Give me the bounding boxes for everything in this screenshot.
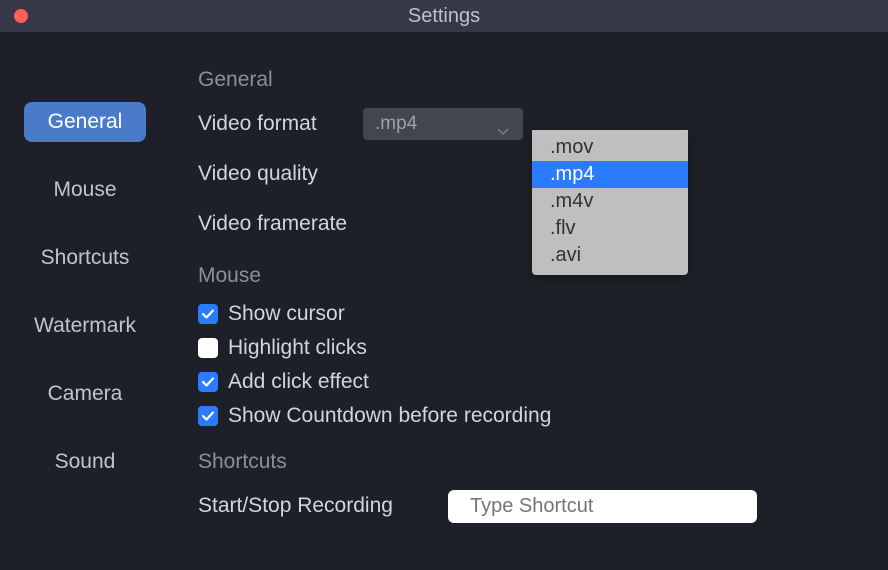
sidebar: General Mouse Shortcuts Watermark Camera…: [0, 32, 170, 570]
dropdown-option-mov[interactable]: .mov: [532, 134, 688, 161]
content-pane: General Video format .mp4 Video quality …: [170, 32, 888, 570]
label-show-countdown: Show Countdown before recording: [228, 404, 551, 428]
dropdown-option-m4v[interactable]: .m4v: [532, 188, 688, 215]
close-window-button[interactable]: [14, 9, 28, 23]
checkbox-highlight-clicks[interactable]: [198, 338, 218, 358]
label-video-framerate: Video framerate: [198, 212, 363, 236]
traffic-lights: [14, 9, 28, 23]
check-icon: [201, 375, 215, 389]
row-show-cursor: Show cursor: [198, 302, 868, 326]
checkbox-show-cursor[interactable]: [198, 304, 218, 324]
row-highlight-clicks: Highlight clicks: [198, 336, 868, 360]
section-heading-shortcuts: Shortcuts: [198, 450, 868, 474]
checkbox-add-click-effect[interactable]: [198, 372, 218, 392]
dropdown-selected-value: .mp4: [375, 113, 417, 135]
app-body: General Mouse Shortcuts Watermark Camera…: [0, 32, 888, 570]
checkbox-show-countdown[interactable]: [198, 406, 218, 426]
check-icon: [201, 409, 215, 423]
row-start-stop-recording: Start/Stop Recording: [198, 488, 868, 524]
dropdown-option-mp4[interactable]: .mp4: [532, 161, 688, 188]
label-start-stop-recording: Start/Stop Recording: [198, 494, 448, 518]
dropdown-option-flv[interactable]: .flv: [532, 215, 688, 242]
label-highlight-clicks: Highlight clicks: [228, 336, 367, 360]
check-icon: [201, 307, 215, 321]
chevron-down-icon: [497, 120, 509, 142]
label-show-cursor: Show cursor: [228, 302, 345, 326]
row-show-countdown: Show Countdown before recording: [198, 404, 868, 428]
sidebar-item-camera[interactable]: Camera: [24, 374, 147, 414]
titlebar: Settings: [0, 0, 888, 32]
dropdown-option-avi[interactable]: .avi: [532, 242, 688, 269]
row-add-click-effect: Add click effect: [198, 370, 868, 394]
window-title: Settings: [0, 5, 888, 28]
label-video-format: Video format: [198, 112, 363, 136]
sidebar-item-mouse[interactable]: Mouse: [29, 170, 140, 210]
sidebar-item-watermark[interactable]: Watermark: [10, 306, 160, 346]
dropdown-video-format[interactable]: .mp4: [363, 108, 523, 140]
sidebar-item-general[interactable]: General: [24, 102, 147, 142]
section-heading-general: General: [198, 68, 868, 92]
shortcut-input-start-stop[interactable]: [448, 490, 757, 523]
label-add-click-effect: Add click effect: [228, 370, 369, 394]
sidebar-item-shortcuts[interactable]: Shortcuts: [17, 238, 154, 278]
dropdown-menu-video-format: .mov .mp4 .m4v .flv .avi: [532, 130, 688, 275]
label-video-quality: Video quality: [198, 162, 363, 186]
sidebar-item-sound[interactable]: Sound: [31, 442, 140, 482]
